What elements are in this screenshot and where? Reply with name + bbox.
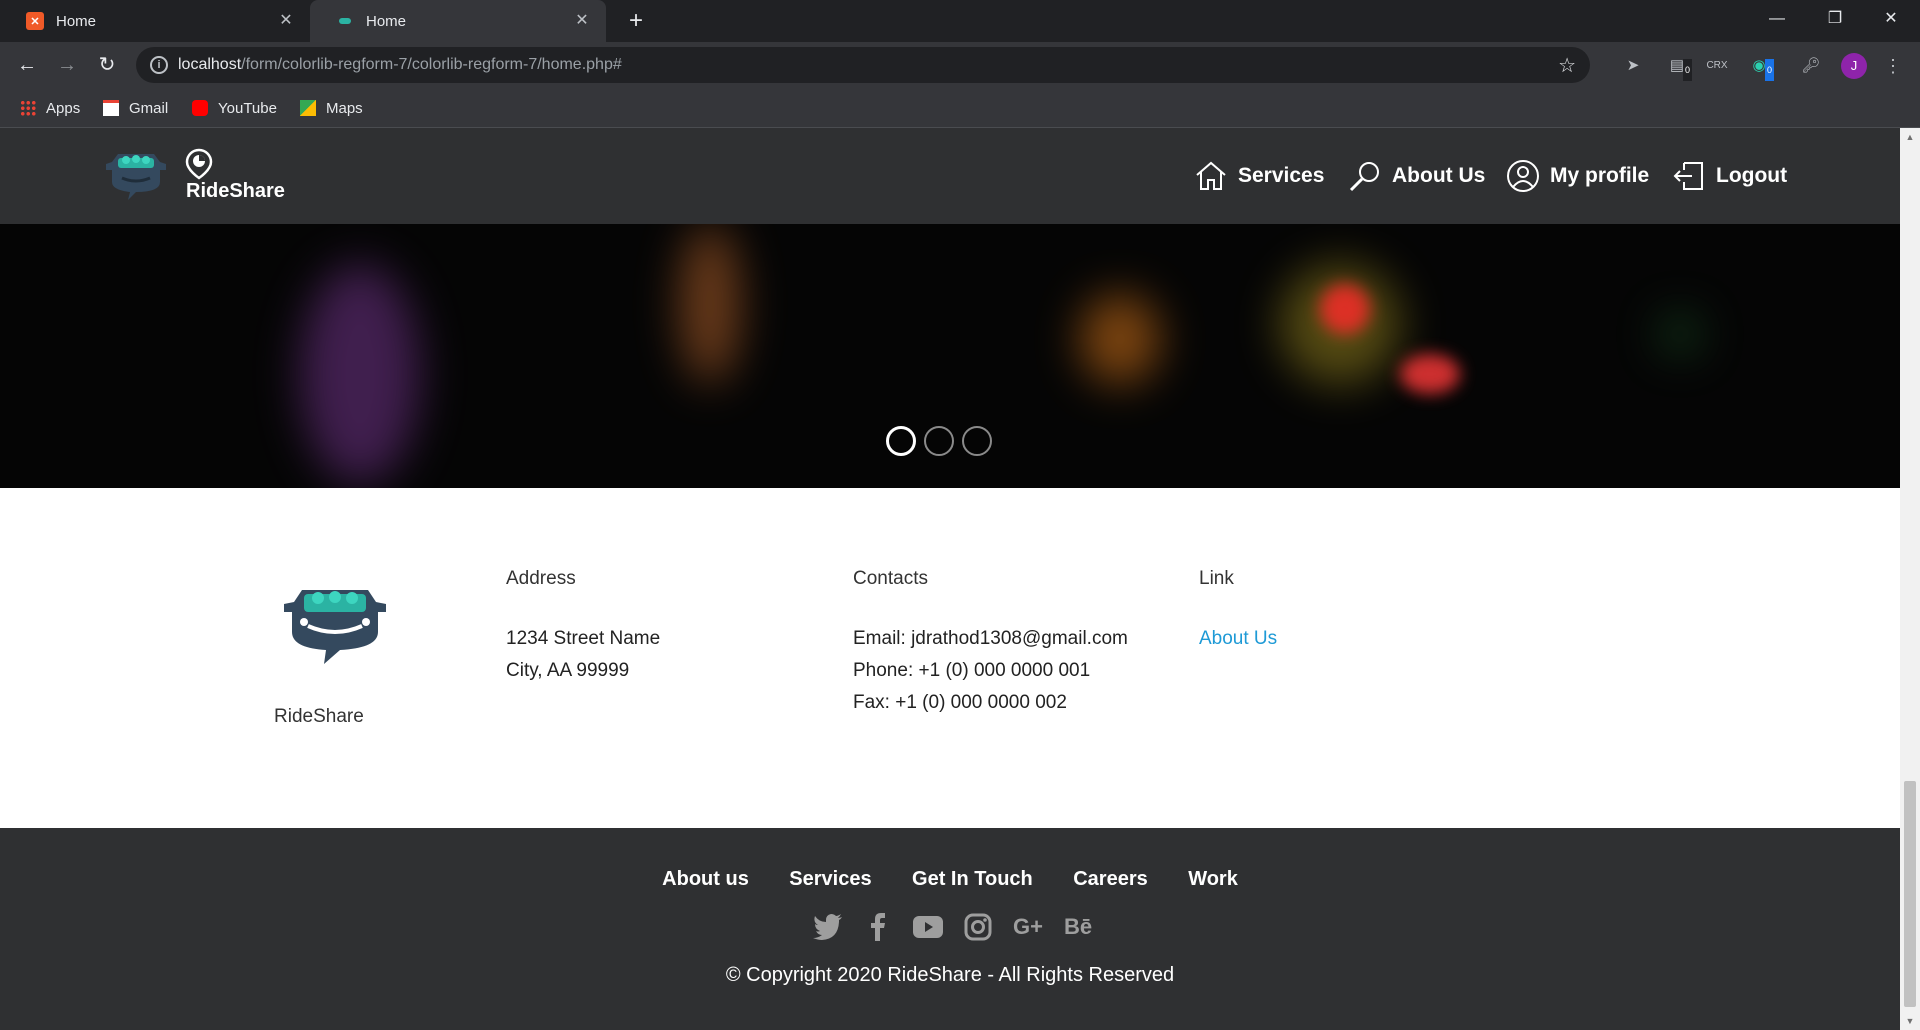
rideshare-favicon-icon [336,12,354,30]
twitter-icon[interactable] [803,910,853,944]
page-viewport: RideShare Services About Us My profile L… [0,128,1900,1030]
bookmark-apps[interactable]: Apps [20,96,80,120]
instagram-icon[interactable] [953,910,1003,944]
hero-image [300,264,420,484]
scrollbar-thumb[interactable] [1904,781,1916,1007]
minimize-icon[interactable]: — [1748,0,1806,38]
nav-about-us[interactable]: About Us [1348,158,1485,194]
hero-image [1080,294,1160,384]
tab-title: Home [366,12,407,30]
link-title: Link [1199,568,1234,589]
new-tab-button[interactable]: + [623,8,649,34]
hero-image [1320,284,1370,334]
youtube-icon[interactable] [903,910,953,944]
youtube-icon [192,100,208,116]
page-scrollbar[interactable]: ▲ ▼ [1900,128,1920,1030]
browser-tab[interactable]: ✕ Home ✕ [0,0,310,42]
extension-icon[interactable]: ▤ 0 [1666,55,1692,81]
site-header: RideShare Services About Us My profile L… [0,128,1900,224]
footer-nav: About us Services Get In Touch Careers W… [0,868,1900,891]
address-line: 1234 Street Name [506,628,661,649]
nav-services[interactable]: Services [1194,158,1324,194]
address-bar[interactable]: i localhost/form/colorlib-regform-7/colo… [136,47,1590,83]
contact-fax: Fax: +1 (0) 000 0000 002 [853,692,1067,713]
copyright-text: © Copyright 2020 RideShare - All Rights … [725,964,1175,986]
footer-brand-name: RideShare [274,706,364,727]
xampp-favicon-icon: ✕ [26,12,44,30]
restore-icon[interactable]: ❐ [1806,0,1864,38]
browser-toolbar: ← → ↻ i localhost/form/colorlib-regform-… [0,42,1920,88]
profile-avatar[interactable]: J [1841,53,1867,79]
apps-grid-icon [20,100,36,116]
carousel-dot[interactable] [886,426,916,456]
search-icon [1349,162,1379,192]
brand-name[interactable]: RideShare [186,180,285,203]
url-text[interactable]: localhost/form/colorlib-regform-7/colorl… [178,56,622,74]
carousel-dot[interactable] [924,426,954,456]
carousel-indicators [886,426,1000,456]
footer-nav-work[interactable]: Work [1188,868,1238,891]
user-icon [1507,160,1539,192]
menu-kebab-icon[interactable]: ⋮ [1882,55,1904,77]
social-links: G+ Bē [803,910,1103,944]
home-icon [1196,161,1226,190]
close-tab-icon[interactable]: ✕ [276,11,296,31]
scroll-up-arrow-icon[interactable]: ▲ [1905,132,1915,142]
footer-nav-careers[interactable]: Careers [1073,868,1148,891]
behance-icon[interactable]: Bē [1053,910,1103,944]
footer-bottom: About us Services Get In Touch Careers W… [0,828,1900,1030]
eye-extension-icon[interactable]: ◉ 0 [1748,55,1774,81]
maps-icon [300,100,316,116]
close-window-icon[interactable]: ✕ [1862,0,1920,38]
contact-email: Email: jdrathod1308@gmail.com [853,628,1128,649]
crx-extension-icon[interactable]: CRX [1706,55,1728,77]
nav-logout[interactable]: Logout [1672,158,1787,194]
hero-image [680,224,740,384]
bookmark-gmail[interactable]: Gmail [103,96,168,120]
hero-carousel[interactable] [0,224,1900,488]
cursor-extension-icon[interactable]: ➤ [1622,55,1644,77]
carousel-dot[interactable] [962,426,992,456]
close-tab-icon[interactable]: ✕ [572,11,592,31]
browser-tab-active[interactable]: Home ✕ [310,0,606,42]
gmail-icon [103,100,119,116]
scroll-down-arrow-icon[interactable]: ▼ [1905,1016,1915,1026]
hero-image [1400,354,1460,394]
footer-info: RideShare Address 1234 Street Name City,… [0,488,1900,828]
tab-title: Home [56,12,97,30]
facebook-icon[interactable] [853,910,903,944]
bookmark-star-icon[interactable]: ☆ [1558,53,1576,78]
back-icon[interactable]: ← [12,50,42,80]
contacts-title: Contacts [853,568,928,589]
key-icon[interactable]: 🔑︎ [1800,55,1822,77]
address-title: Address [506,568,576,589]
car-logo-icon [284,590,386,664]
browser-tab-strip: ✕ Home ✕ Home ✕ + — ❐ ✕ [0,0,1920,42]
location-pin-icon [185,148,213,180]
bookmarks-bar: Apps Gmail YouTube Maps [0,88,1920,128]
footer-nav-about-us[interactable]: About us [662,868,749,891]
footer-nav-services[interactable]: Services [789,868,871,891]
nav-my-profile[interactable]: My profile [1506,158,1649,194]
logout-icon [1673,162,1703,190]
reload-icon[interactable]: ↻ [92,50,122,80]
contact-phone: Phone: +1 (0) 000 0000 001 [853,660,1091,681]
site-info-icon[interactable]: i [150,56,168,74]
bookmark-maps[interactable]: Maps [300,96,363,120]
forward-icon[interactable]: → [52,50,82,80]
footer-nav-get-in-touch[interactable]: Get In Touch [912,868,1033,891]
car-logo-icon[interactable] [104,148,168,200]
hero-image [1660,314,1700,354]
footer-link-about-us[interactable]: About Us [1199,628,1277,650]
address-line: City, AA 99999 [506,660,630,681]
google-plus-icon[interactable]: G+ [1003,910,1053,944]
bookmark-youtube[interactable]: YouTube [192,96,277,120]
